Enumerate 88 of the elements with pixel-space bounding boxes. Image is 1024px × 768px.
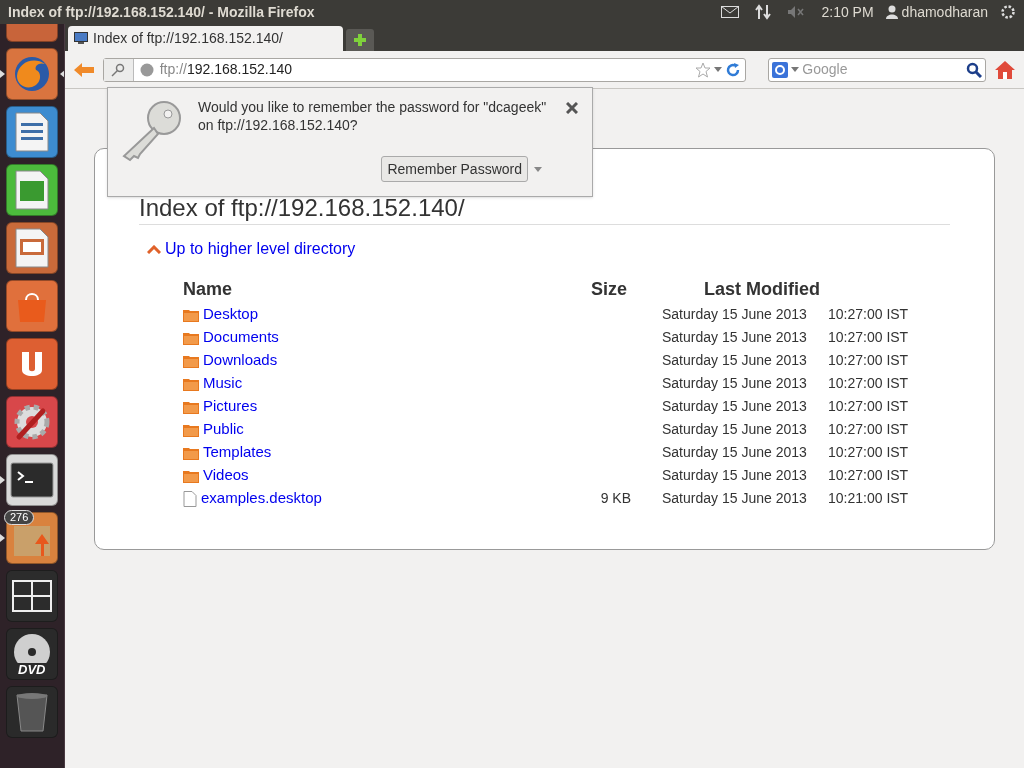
launcher-item[interactable] bbox=[6, 106, 58, 158]
monitor-icon bbox=[74, 32, 88, 45]
modified-date: Saturday 15 June 2013 bbox=[662, 420, 808, 439]
globe-icon bbox=[139, 62, 154, 77]
document-icon bbox=[14, 227, 50, 269]
clock[interactable]: 2:10 PM bbox=[821, 1, 874, 23]
folder-icon bbox=[183, 468, 199, 483]
launcher-item[interactable]: DVD bbox=[6, 628, 58, 680]
modified-date: Saturday 15 June 2013 bbox=[662, 374, 808, 393]
count-badge: 276 bbox=[4, 510, 35, 525]
modified-time: 10:27:00 IST bbox=[828, 420, 909, 439]
modified-time: 10:27:00 IST bbox=[828, 443, 909, 462]
file-link[interactable]: Videos bbox=[203, 464, 249, 487]
modified-time: 10:27:00 IST bbox=[828, 466, 909, 485]
modified-time: 10:27:00 IST bbox=[828, 397, 909, 416]
search-field[interactable]: Google bbox=[768, 57, 987, 82]
power-gear-icon[interactable] bbox=[1000, 4, 1016, 20]
document-icon bbox=[14, 169, 50, 211]
file-link[interactable]: Desktop bbox=[203, 303, 259, 326]
modified-time: 10:27:00 IST bbox=[828, 351, 909, 370]
modified-time: 10:27:00 IST bbox=[828, 374, 909, 393]
remember-password-button[interactable]: Remember Password bbox=[381, 156, 528, 182]
launcher-item[interactable] bbox=[6, 396, 58, 448]
popup-message: Would you like to remember the password for "dcageek" on ftp://192.168.152.140? bbox=[198, 98, 548, 134]
file-link[interactable]: Templates bbox=[203, 441, 272, 464]
up-directory-link[interactable]: Up to higher level directory bbox=[165, 237, 356, 261]
file-link[interactable]: Pictures bbox=[203, 395, 258, 418]
modified-date: Saturday 15 June 2013 bbox=[662, 397, 808, 416]
user-name[interactable]: dhamodharan bbox=[901, 1, 988, 23]
folder-icon bbox=[183, 307, 199, 322]
dvd-label: DVD bbox=[16, 663, 48, 676]
search-engine-icon[interactable] bbox=[772, 61, 789, 78]
modified-date: Saturday 15 June 2013 bbox=[662, 489, 808, 508]
modified-time: 10:27:00 IST bbox=[828, 305, 909, 324]
column-header: Size bbox=[589, 278, 627, 301]
close-icon bbox=[566, 102, 578, 114]
volume-muted-icon[interactable] bbox=[787, 5, 806, 19]
file-size: 9 KB bbox=[600, 489, 631, 508]
search-input[interactable]: Google bbox=[802, 59, 967, 80]
key-icon[interactable] bbox=[111, 62, 126, 77]
folder-icon bbox=[183, 376, 199, 391]
launcher-item[interactable] bbox=[6, 222, 58, 274]
file-link[interactable]: Public bbox=[203, 418, 244, 441]
modified-date: Saturday 15 June 2013 bbox=[662, 328, 808, 347]
file-link[interactable]: Downloads bbox=[203, 349, 278, 372]
plus-icon bbox=[353, 33, 367, 47]
star-icon[interactable] bbox=[695, 61, 712, 78]
mail-icon[interactable] bbox=[721, 6, 740, 18]
launcher-item[interactable] bbox=[6, 454, 58, 506]
url-text: ftp://192.168.152.140 bbox=[159, 60, 293, 79]
terminal-icon bbox=[10, 462, 54, 498]
reload-icon[interactable] bbox=[725, 61, 742, 78]
modified-time: 10:27:00 IST bbox=[828, 328, 909, 347]
folder-icon bbox=[183, 399, 199, 414]
modified-date: Saturday 15 June 2013 bbox=[662, 466, 808, 485]
folder-icon bbox=[183, 422, 199, 437]
workspaces-icon bbox=[12, 580, 52, 612]
folder-icon bbox=[183, 353, 199, 368]
folder-icon bbox=[183, 330, 199, 345]
file-link[interactable]: Documents bbox=[203, 326, 279, 349]
file-link[interactable]: examples.desktop bbox=[201, 487, 322, 510]
home-icon bbox=[994, 59, 1017, 80]
browser-tab[interactable]: Index of ftp://192.168.152.140/ bbox=[68, 26, 343, 51]
new-tab-button[interactable] bbox=[346, 29, 374, 51]
up-chevron-icon bbox=[147, 244, 161, 254]
search-icon[interactable] bbox=[966, 61, 983, 78]
network-icon[interactable] bbox=[755, 4, 772, 20]
modified-date: Saturday 15 June 2013 bbox=[662, 305, 808, 324]
trash-icon bbox=[14, 691, 50, 733]
caret-icon[interactable] bbox=[714, 67, 723, 72]
folder-icon bbox=[183, 445, 199, 460]
modified-date: Saturday 15 June 2013 bbox=[662, 443, 808, 462]
launcher-item[interactable]: 276 bbox=[6, 512, 58, 564]
modified-date: Saturday 15 June 2013 bbox=[662, 351, 808, 370]
file-icon bbox=[183, 490, 197, 507]
launcher-item[interactable] bbox=[6, 570, 58, 622]
launcher-item[interactable] bbox=[6, 338, 58, 390]
user-icon[interactable] bbox=[885, 5, 898, 19]
column-header: Last Modified bbox=[703, 278, 821, 301]
caret-icon[interactable] bbox=[534, 166, 542, 172]
address-bar[interactable]: ftp://192.168.152.140 bbox=[102, 57, 747, 82]
document-icon bbox=[14, 111, 50, 153]
column-header: Name bbox=[183, 278, 234, 301]
modified-time: 10:21:00 IST bbox=[828, 489, 909, 508]
back-arrow-icon bbox=[72, 61, 95, 78]
file-link[interactable]: Music bbox=[203, 372, 243, 395]
caret-icon[interactable] bbox=[791, 67, 800, 72]
window-title: Index of ftp://192.168.152.140/ - Mozilla Firefox bbox=[8, 2, 316, 22]
